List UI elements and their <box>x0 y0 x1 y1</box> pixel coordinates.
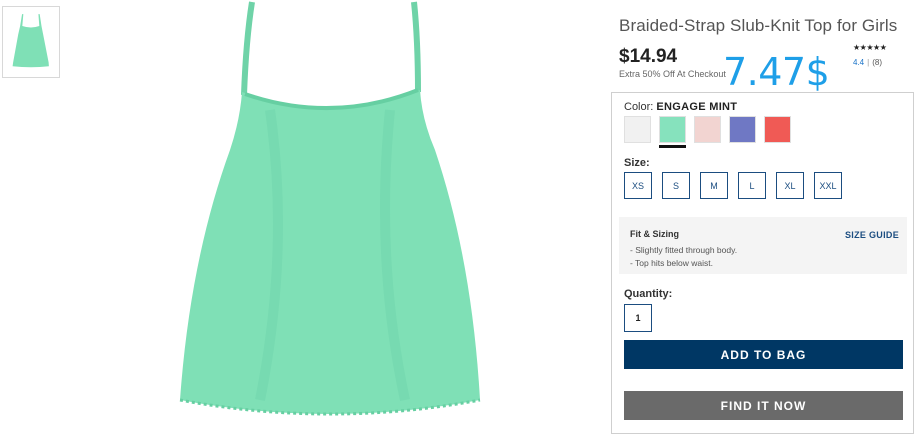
size-option-m[interactable]: M <box>700 172 728 199</box>
size-option-xl[interactable]: XL <box>776 172 804 199</box>
color-label-text: Color: <box>624 101 654 113</box>
rating-separator: | <box>867 58 870 67</box>
fit-sizing-box: Fit & Sizing SIZE GUIDE - Slightly fitte… <box>619 217 907 274</box>
product-main-image <box>179 1 481 416</box>
add-to-bag-button[interactable]: ADD TO BAG <box>624 340 903 369</box>
selected-color-name: ENGAGE MINT <box>656 101 738 113</box>
color-swatch-periwinkle[interactable] <box>729 116 756 143</box>
rating-summary[interactable]: 4.4 | (8) <box>853 58 903 67</box>
product-options-panel: Color: ENGAGE MINT Size: XS S M L XL XXL Fit … <box>611 92 914 434</box>
quantity-label: Quantity: <box>624 288 673 300</box>
size-guide-link[interactable]: SIZE GUIDE <box>845 230 899 240</box>
color-swatch-engage-mint[interactable] <box>659 116 686 148</box>
fit-detail-item: - Top hits below waist. <box>630 258 713 268</box>
color-swatch-pink[interactable] <box>694 116 721 143</box>
review-count: (8) <box>872 58 882 67</box>
size-option-xs[interactable]: XS <box>624 172 652 199</box>
product-thumbnail[interactable] <box>2 6 60 78</box>
size-option-l[interactable]: L <box>738 172 766 199</box>
fit-details-list: - Slightly fitted through body. - Top hi… <box>630 244 737 270</box>
rating-stars-icon: ★★★★★ <box>853 43 887 52</box>
thumbnail-tank-top-image <box>12 14 49 68</box>
size-label: Size: <box>624 157 650 169</box>
product-price: $14.94 <box>619 46 678 67</box>
size-options: XS S M L XL XXL <box>624 172 842 199</box>
fit-sizing-title: Fit & Sizing <box>630 229 679 239</box>
price-promo-note: Extra 50% Off At Checkout <box>619 69 726 79</box>
color-label: Color: ENGAGE MINT <box>624 101 737 113</box>
size-option-xxl[interactable]: XXL <box>814 172 842 199</box>
overlay-discounted-price: 7.47$ <box>723 50 830 94</box>
color-swatch-white[interactable] <box>624 116 651 143</box>
color-swatches <box>624 116 791 148</box>
rating-score: 4.4 <box>853 58 865 67</box>
find-it-now-button[interactable]: FIND IT NOW <box>624 391 903 420</box>
color-swatch-coral[interactable] <box>764 116 791 143</box>
product-rating[interactable]: ★★★★★ 4.4 | (8) <box>853 43 903 67</box>
fit-detail-item: - Slightly fitted through body. <box>630 245 738 255</box>
product-title: Braided-Strap Slub-Knit Top for Girls <box>619 16 898 35</box>
size-option-s[interactable]: S <box>662 172 690 199</box>
quantity-input[interactable] <box>624 304 652 332</box>
